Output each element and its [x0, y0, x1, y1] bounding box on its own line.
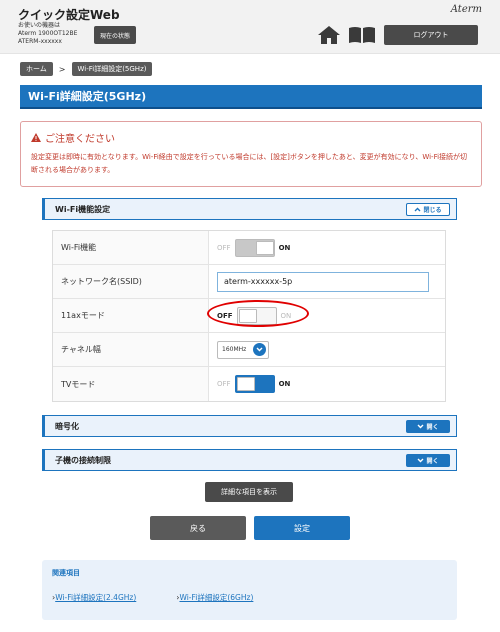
back-button[interactable]: 戻る: [150, 516, 246, 540]
toggle-switch[interactable]: [236, 306, 277, 325]
setting-row-wifi-function: Wi-Fi機能 OFF ON: [53, 231, 445, 265]
channel-width-select[interactable]: 160MHz: [217, 340, 269, 359]
toggle-on-label: ON: [278, 243, 291, 252]
channel-width-label: チャネル幅: [53, 333, 209, 366]
ssid-label: ネットワーク名(SSID): [53, 265, 209, 298]
ax-mode-label: 11axモード: [53, 299, 209, 332]
expand-button-label: 開く: [426, 424, 439, 431]
setting-row-ssid: ネットワーク名(SSID): [53, 265, 445, 299]
breadcrumb-current: Wi-Fi詳細設定(5GHz): [71, 62, 153, 76]
warning-icon: [31, 133, 41, 142]
breadcrumb-home[interactable]: ホーム: [20, 62, 53, 76]
toggle-on-label: ON: [278, 380, 291, 388]
show-details-button[interactable]: 詳細な項目を表示: [205, 482, 293, 502]
toggle-on-label: ON: [280, 311, 292, 320]
related-link-6ghz[interactable]: ›Wi-Fi詳細設定(6GHz): [176, 592, 253, 603]
section-wifi-function-title: Wi-Fi機能設定: [55, 204, 111, 214]
collapse-button-label: 閉じる: [423, 207, 442, 214]
chevron-up-icon: [414, 207, 421, 212]
toggle-off-label: OFF: [217, 311, 233, 320]
section-connection-limit[interactable]: 子機の接続制限 開く: [42, 449, 457, 471]
ax-mode-toggle[interactable]: OFF ON: [217, 306, 292, 325]
caution-box: ご注意ください 設定変更は即時に有効となります。Wi-Fi経由で設定を行っている…: [20, 121, 482, 187]
tv-mode-label: TVモード: [53, 367, 209, 401]
wifi-function-toggle[interactable]: OFF ON: [217, 238, 291, 257]
expand-button[interactable]: 開く: [406, 454, 450, 467]
section-wifi-function: Wi-Fi機能設定 閉じる: [42, 198, 457, 220]
toggle-off-label: OFF: [217, 243, 231, 252]
related-link-2-4ghz[interactable]: ›Wi-Fi詳細設定(2.4GHz): [52, 592, 136, 603]
caution-text: 設定変更は即時に有効となります。Wi-Fi経由で設定を行っている場合には、[設定…: [31, 153, 468, 174]
expand-button[interactable]: 開く: [406, 420, 450, 433]
status-button[interactable]: 現在の状態: [94, 26, 136, 44]
device-model: Aterm 1900OT12BE: [18, 30, 78, 37]
brand-logo: Aterm: [450, 4, 482, 15]
device-label: お使いの機器は: [18, 22, 61, 29]
ssid-input[interactable]: [217, 271, 429, 292]
header: クイック設定Web お使いの機器は Aterm 1900OT12BE ATERM…: [0, 0, 500, 54]
related-links-panel: 関連項目 ›Wi-Fi詳細設定(2.4GHz) ›Wi-Fi詳細設定(6GHz): [42, 560, 457, 620]
related-title: 関連項目: [52, 569, 80, 577]
toggle-switch[interactable]: [234, 238, 275, 257]
toggle-off-label: OFF: [217, 380, 231, 388]
caution-header: ご注意ください: [31, 130, 471, 145]
chevron-down-icon: [253, 343, 266, 356]
setting-row-channel-width: チャネル幅 160MHz: [53, 333, 445, 367]
manual-book-icon[interactable]: [348, 26, 376, 44]
channel-width-value: 160MHz: [222, 346, 247, 353]
app-title: クイック設定Web: [18, 8, 120, 22]
section-encryption-title: 暗号化: [55, 421, 79, 431]
toggle-switch[interactable]: [234, 375, 275, 393]
wifi-function-label: Wi-Fi機能: [53, 231, 209, 264]
settings-table: Wi-Fi機能 OFF ON ネットワーク名(SSID) 11axモード OFF…: [52, 230, 446, 402]
collapse-button[interactable]: 閉じる: [406, 203, 450, 216]
device-id: ATERM-xxxxxx: [18, 38, 62, 45]
setting-row-tv-mode: TVモード OFF ON: [53, 367, 445, 401]
related-links: ›Wi-Fi詳細設定(2.4GHz) ›Wi-Fi詳細設定(6GHz): [52, 592, 447, 603]
caution-title: ご注意ください: [45, 134, 115, 145]
breadcrumb-separator: >: [58, 64, 66, 74]
apply-button[interactable]: 設定: [254, 516, 350, 540]
chevron-down-icon: [417, 424, 424, 429]
chevron-down-icon: [417, 458, 424, 463]
section-encryption[interactable]: 暗号化 開く: [42, 415, 457, 437]
section-connection-limit-title: 子機の接続制限: [55, 455, 111, 465]
breadcrumb: ホーム > Wi-Fi詳細設定(5GHz): [20, 62, 153, 76]
page-title: Wi-Fi詳細設定(5GHz): [20, 85, 482, 109]
setting-row-11ax-mode: 11axモード OFF ON: [53, 299, 445, 333]
expand-button-label: 開く: [426, 458, 439, 465]
device-info: お使いの機器は Aterm 1900OT12BE ATERM-xxxxxx: [18, 22, 77, 46]
tv-mode-toggle[interactable]: OFF ON: [217, 375, 290, 393]
home-icon[interactable]: [317, 25, 341, 45]
logout-button[interactable]: ログアウト: [384, 25, 478, 45]
